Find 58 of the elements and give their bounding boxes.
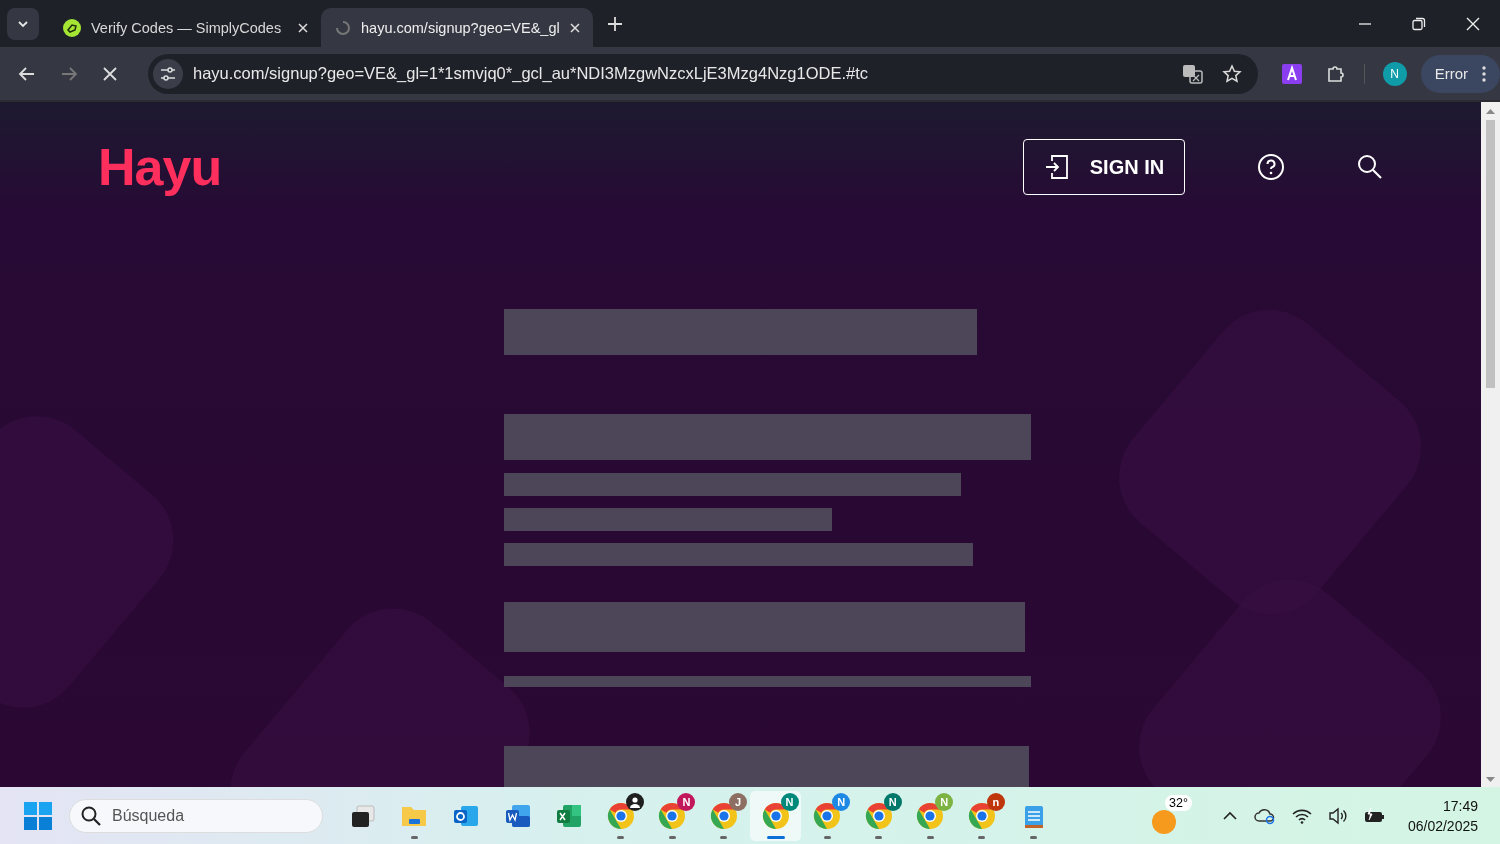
chrome-taskbar-button[interactable]: N <box>852 790 905 841</box>
restore-icon[interactable] <box>1412 16 1426 31</box>
profile-badge: N <box>832 792 851 811</box>
search-icon <box>81 805 101 826</box>
logo[interactable]: Hayu <box>98 137 222 197</box>
scroll-down-icon[interactable] <box>1486 777 1495 783</box>
more-icon[interactable] <box>1482 65 1487 82</box>
url-text: hayu.com/signup?geo=VE&_gl=1*1smvjq0*_gcl_au*NDI3MzgwNzcxLjE3Mzg4Nzg1ODE.#tc <box>193 64 870 83</box>
profile-badge: J <box>728 792 747 811</box>
chrome-taskbar-button[interactable]: N <box>749 790 802 841</box>
profile-badge: N <box>780 792 799 811</box>
close-icon[interactable] <box>297 21 309 34</box>
profile-badge: N <box>935 792 954 811</box>
profile-badge: N <box>883 792 902 811</box>
weather-widget[interactable]: 32° <box>1151 794 1192 837</box>
search-field[interactable]: Búsqueda <box>69 798 323 833</box>
browser-tab[interactable]: hayu.com/signup?geo=VE&_gl <box>321 8 593 47</box>
battery-icon[interactable] <box>1363 807 1386 824</box>
scroll-up-icon[interactable] <box>1486 108 1495 114</box>
forward-icon[interactable] <box>60 64 78 83</box>
windows-start-icon[interactable] <box>24 801 52 830</box>
chrome-taskbar-button[interactable]: J <box>698 790 750 841</box>
site-settings-icon[interactable] <box>153 58 183 89</box>
chrome-taskbar-button[interactable]: N <box>801 790 853 841</box>
search-icon[interactable] <box>1357 154 1383 180</box>
bookmark-star-icon[interactable] <box>1221 63 1242 84</box>
date-text: 06/02/2025 <box>1407 817 1478 834</box>
address-bar[interactable]: hayu.com/signup?geo=VE&_gl=1*1smvjq0*_gcl_au*NDI3MzgwNzcxLjE3Mzg4Nzg1ODE.#tc <box>148 53 1258 94</box>
sun-icon <box>1151 808 1177 835</box>
profile-avatar[interactable]: N <box>1382 61 1407 86</box>
tag-icon <box>63 18 81 37</box>
sign-in-icon <box>1043 153 1070 181</box>
puzzle-icon[interactable] <box>1325 63 1346 84</box>
chrome-taskbar-button[interactable]: N <box>646 790 699 841</box>
back-icon[interactable] <box>18 64 36 83</box>
stop-icon[interactable] <box>102 65 118 82</box>
scrollbar-thumb[interactable] <box>1486 120 1495 388</box>
tab-list-button[interactable] <box>7 7 39 40</box>
profile-badge: n <box>986 792 1005 811</box>
sign-in-button[interactable]: SIGN IN <box>1023 139 1185 195</box>
time-text: 17:49 <box>1442 797 1478 814</box>
chrome-taskbar-button[interactable]: n <box>956 790 1008 841</box>
wifi-icon[interactable] <box>1291 807 1312 824</box>
new-tab-icon[interactable] <box>607 15 623 32</box>
cloud-icon[interactable] <box>1253 806 1276 825</box>
extension-icon[interactable] <box>1281 63 1302 84</box>
translate-icon[interactable] <box>1181 62 1204 85</box>
help-icon[interactable] <box>1257 153 1285 181</box>
close-icon[interactable] <box>1466 16 1480 31</box>
clock[interactable]: 17:49 06/02/2025 <box>1407 797 1500 834</box>
error-button[interactable]: Error <box>1420 54 1500 93</box>
profile-badge: N <box>677 792 696 811</box>
volume-icon[interactable] <box>1327 806 1348 825</box>
close-icon[interactable] <box>569 21 581 34</box>
browser-icon <box>606 801 635 830</box>
browser-tab[interactable]: Verify Codes — SimplyCodes <box>49 8 321 47</box>
scrollbar[interactable] <box>1481 102 1500 787</box>
loading-icon <box>335 19 351 36</box>
